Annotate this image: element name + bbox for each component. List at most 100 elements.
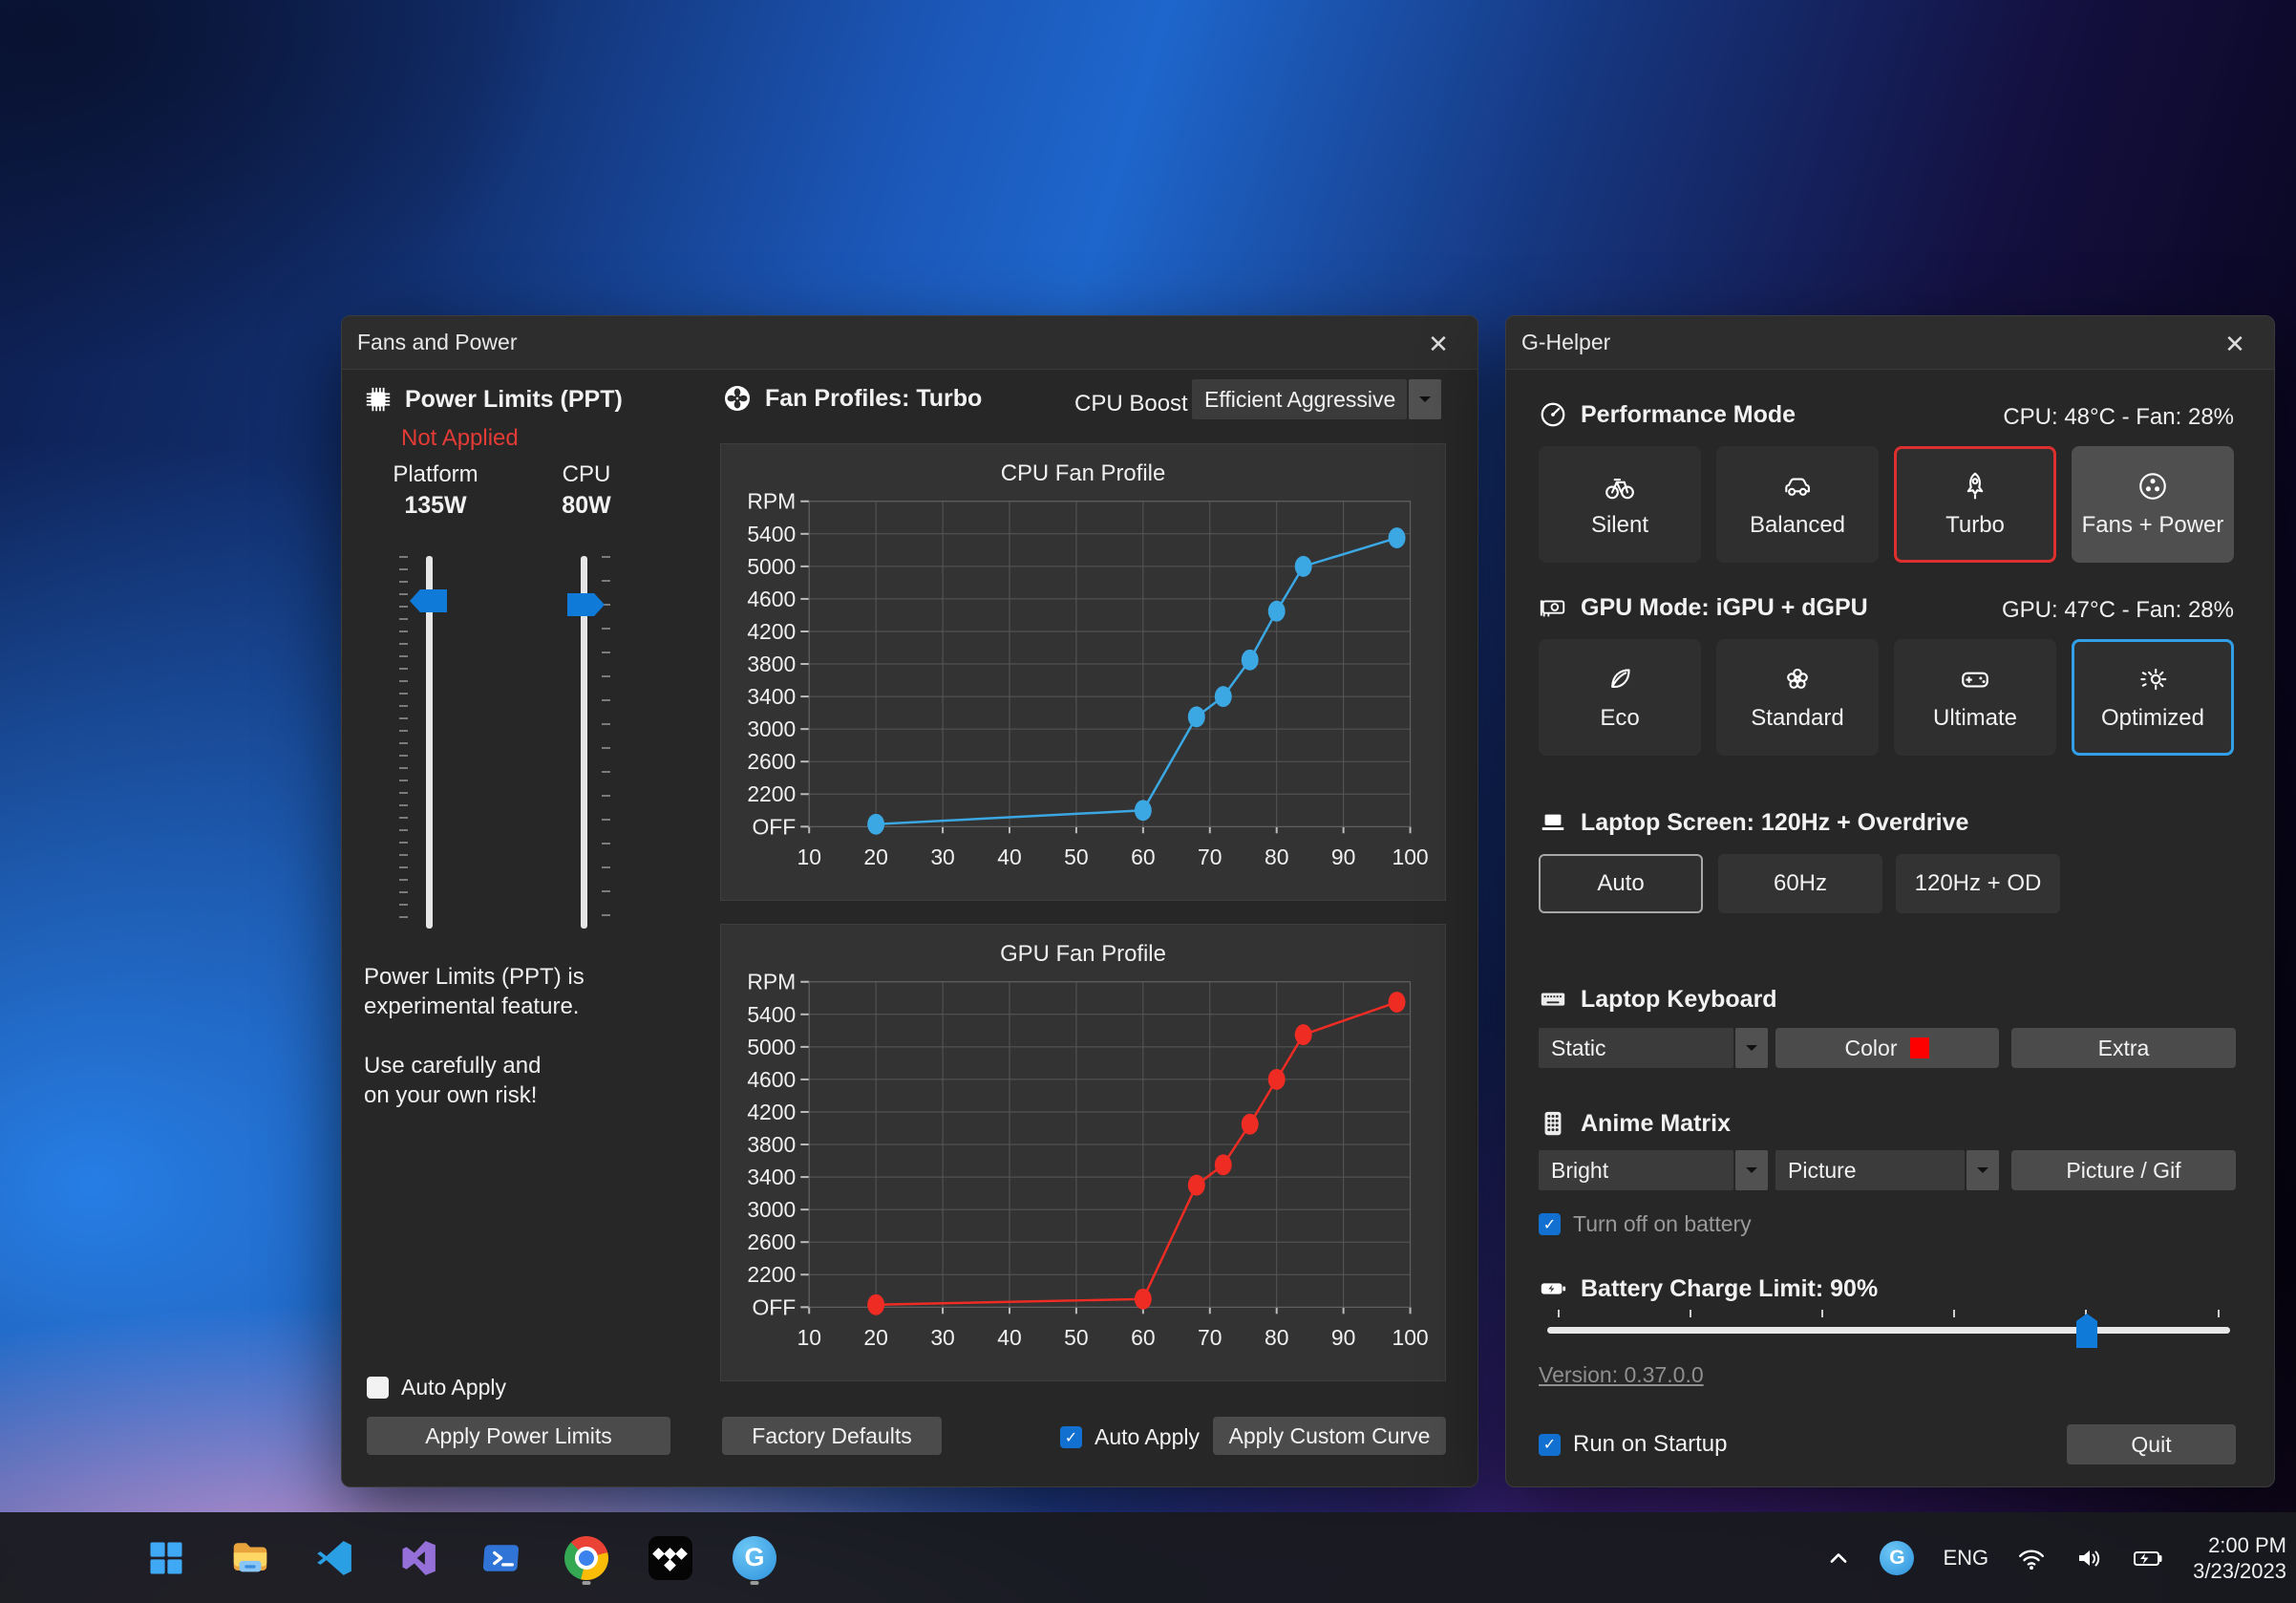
picture-gif-button[interactable]: Picture / Gif (2011, 1150, 2236, 1190)
keyboard-mode-dropdown[interactable]: Static (1539, 1028, 1768, 1068)
screen-button-60hz[interactable]: 60Hz (1718, 854, 1882, 913)
svg-text:RPM: RPM (747, 489, 796, 514)
terminal-button[interactable] (479, 1529, 525, 1587)
gpu-fan-chart[interactable]: GPU Fan Profile102030405060708090100RPM5… (720, 924, 1446, 1381)
fans-titlebar[interactable]: Fans and Power ✕ (342, 316, 1478, 370)
chevron-down-icon[interactable] (1735, 1150, 1768, 1190)
power-auto-apply-checkbox[interactable] (367, 1377, 389, 1399)
svg-text:4200: 4200 (747, 619, 796, 644)
mode-button-turbo[interactable]: Turbo (1894, 446, 2056, 563)
car-icon (1781, 470, 1814, 502)
apply-power-limits-button[interactable]: Apply Power Limits (367, 1417, 670, 1455)
curve-point[interactable] (1188, 1175, 1205, 1196)
quit-button[interactable]: Quit (2067, 1424, 2236, 1464)
screen-button-auto[interactable]: Auto (1539, 854, 1703, 913)
gauge-icon (1539, 400, 1567, 429)
gpu-button-ultimate[interactable]: Ultimate (1894, 639, 2056, 756)
g-helper-taskbar-button[interactable]: G (732, 1529, 777, 1587)
chevron-down-icon[interactable] (1409, 379, 1441, 419)
curve-point[interactable] (1215, 686, 1232, 707)
svg-text:10: 10 (797, 1325, 820, 1350)
file-explorer-button[interactable] (227, 1529, 273, 1587)
language-indicator[interactable]: ENG (1943, 1546, 1988, 1571)
curve-point[interactable] (867, 1294, 884, 1315)
mode-button-balanced[interactable]: Balanced (1716, 446, 1879, 563)
cpu-boost-dropdown[interactable]: Efficient Aggressive (1192, 379, 1441, 419)
gpu-button-eco[interactable]: Eco (1539, 639, 1701, 756)
apply-custom-curve-button[interactable]: Apply Custom Curve (1213, 1417, 1446, 1455)
battery-charging-icon[interactable] (2132, 1545, 2164, 1571)
curve-point[interactable] (1389, 527, 1406, 548)
running-indicator (751, 1581, 759, 1585)
tidal-button[interactable] (648, 1529, 693, 1587)
ghelper-titlebar[interactable]: G-Helper ✕ (1506, 316, 2274, 370)
curve-point[interactable] (1268, 1069, 1286, 1090)
version-link[interactable]: Version: 0.37.0.0 (1539, 1362, 1704, 1388)
close-icon[interactable]: ✕ (2219, 328, 2251, 360)
platform-limit-readout: Platform 135W (372, 461, 500, 520)
keyboard-mode-value: Static (1539, 1028, 1733, 1068)
chevron-down-icon[interactable] (1735, 1028, 1768, 1068)
curve-point[interactable] (1215, 1154, 1232, 1175)
curve-point[interactable] (1242, 1114, 1259, 1135)
visual-studio-button[interactable] (395, 1529, 441, 1587)
platform-value: 135W (372, 492, 500, 520)
curve-point[interactable] (867, 814, 884, 835)
cpu-slider-thumb[interactable] (567, 593, 605, 616)
curve-point[interactable] (1135, 1289, 1152, 1310)
start-button[interactable] (143, 1529, 189, 1587)
curve-point[interactable] (1188, 706, 1205, 727)
chrome-button[interactable] (563, 1529, 609, 1587)
turn-off-on-battery-checkbox[interactable]: ✓ (1539, 1213, 1561, 1235)
matrix-brightness-dropdown[interactable]: Bright (1539, 1150, 1768, 1190)
battery-slider-tick (1690, 1310, 1691, 1317)
speaker-icon[interactable] (2074, 1545, 2103, 1571)
factory-defaults-button[interactable]: Factory Defaults (722, 1417, 942, 1455)
power-auto-apply-row: Auto Apply (367, 1375, 506, 1400)
screen-button-120hz-od[interactable]: 120Hz + OD (1896, 854, 2060, 913)
curve-point[interactable] (1242, 650, 1259, 671)
platform-slider-thumb[interactable] (410, 589, 447, 612)
vscode-button[interactable] (311, 1529, 357, 1587)
color-swatch[interactable] (1910, 1037, 1929, 1058)
svg-text:4600: 4600 (747, 1067, 796, 1092)
taskbar-clock[interactable]: 2:00 PM 3/23/2023 (2193, 1532, 2286, 1584)
run-on-startup-checkbox[interactable]: ✓ (1539, 1434, 1561, 1456)
battery-slider-track[interactable] (1547, 1327, 2230, 1334)
curve-point[interactable] (1295, 556, 1312, 577)
cpu-fan-chart[interactable]: CPU Fan Profile102030405060708090100RPM5… (720, 443, 1446, 901)
svg-text:20: 20 (863, 1325, 887, 1350)
curve-point[interactable] (1268, 601, 1286, 622)
gpu-button-standard[interactable]: Standard (1716, 639, 1879, 756)
matrix-content-dropdown[interactable]: Picture (1775, 1150, 1999, 1190)
svg-text:90: 90 (1331, 1325, 1355, 1350)
wifi-icon[interactable] (2017, 1545, 2046, 1571)
fan-icon (722, 383, 753, 414)
curve-auto-apply-checkbox[interactable]: ✓ (1060, 1426, 1082, 1448)
gpu-button-optimized[interactable]: Optimized (2072, 639, 2234, 756)
svg-text:5400: 5400 (747, 522, 796, 546)
battery-slider-thumb[interactable] (2076, 1314, 2097, 1348)
windows-logo-icon (145, 1537, 187, 1579)
keyboard-color-button[interactable]: Color (1775, 1028, 1999, 1068)
mode-button-fans-power[interactable]: Fans + Power (2072, 446, 2234, 563)
curve-point[interactable] (1295, 1024, 1312, 1045)
chevron-up-icon[interactable] (1826, 1546, 1851, 1571)
close-icon[interactable]: ✕ (1422, 328, 1455, 360)
svg-text:2600: 2600 (747, 749, 796, 774)
keyboard-extra-button[interactable]: Extra (2011, 1028, 2236, 1068)
svg-text:100: 100 (1392, 844, 1428, 869)
curve-point[interactable] (1135, 800, 1152, 821)
gpu-temp-status: GPU: 47°C - Fan: 28% (2002, 597, 2234, 624)
mode-button-silent[interactable]: Silent (1539, 446, 1701, 563)
curve-point[interactable] (1389, 992, 1406, 1013)
chevron-down-icon[interactable] (1966, 1150, 1999, 1190)
turn-off-on-battery-label: Turn off on battery (1573, 1211, 1752, 1237)
power-limits-heading: Power Limits (PPT) (364, 385, 623, 414)
matrix-battery-row: ✓ Turn off on battery (1539, 1211, 1752, 1237)
clock-date: 3/23/2023 (2193, 1558, 2286, 1584)
curve-auto-apply-label: Auto Apply (1095, 1424, 1200, 1450)
g-helper-tray-icon[interactable]: G (1880, 1541, 1914, 1575)
flower-icon (1781, 663, 1814, 695)
svg-text:10: 10 (797, 844, 820, 869)
